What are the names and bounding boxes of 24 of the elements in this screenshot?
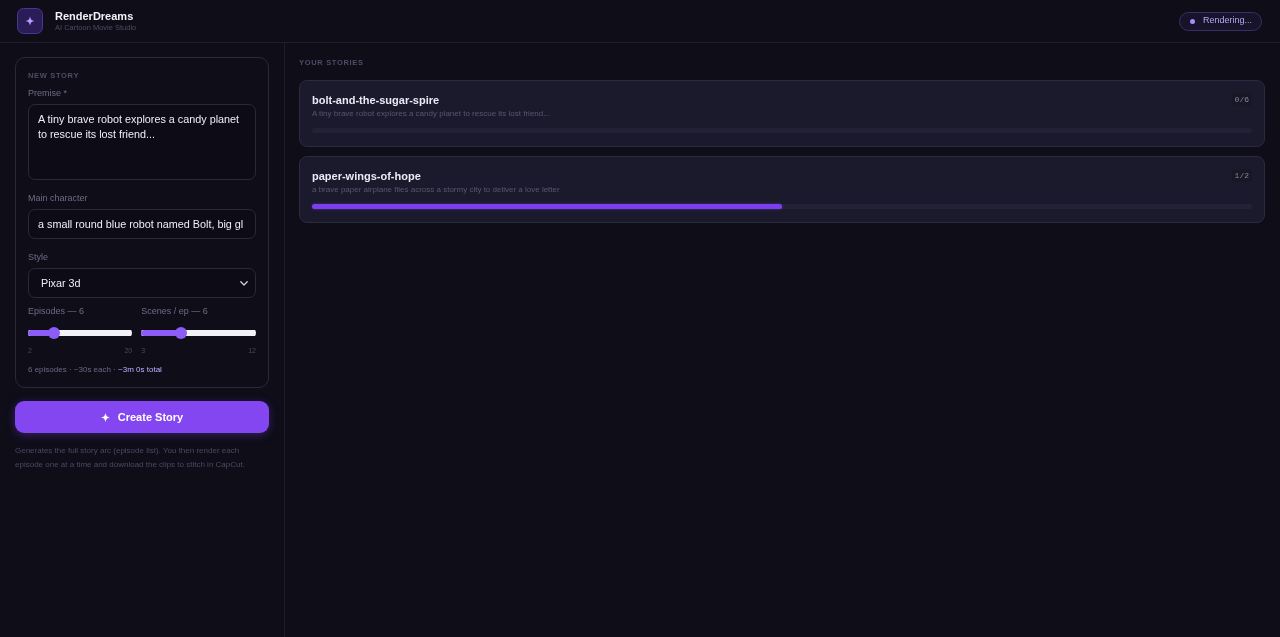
premise-field[interactable]: A tiny brave robot explores a candy planet to rescue its lost friend... bbox=[28, 104, 256, 180]
app-title: RenderDreams bbox=[55, 9, 135, 23]
field-label: Premise * bbox=[28, 87, 68, 99]
style-dropdown[interactable]: Pixar 3d bbox=[28, 268, 256, 298]
sparkle-logo-icon bbox=[17, 8, 43, 34]
status-dot-icon bbox=[1189, 18, 1195, 24]
slider-track[interactable] bbox=[28, 327, 133, 339]
sparkle-icon bbox=[100, 412, 110, 422]
slider-label: Scenes / ep — 6 bbox=[141, 305, 209, 317]
episode-count: 1/2 bbox=[1231, 169, 1252, 182]
slider-thumb[interactable] bbox=[48, 327, 61, 339]
field-label: Style bbox=[28, 251, 49, 263]
field-label: Main character bbox=[28, 192, 89, 204]
episode-count: 0/6 bbox=[1231, 93, 1252, 106]
slider-track[interactable] bbox=[141, 327, 256, 339]
slider-thumb[interactable] bbox=[175, 327, 188, 339]
create-story-button[interactable]: Create Story bbox=[15, 401, 269, 433]
text-field[interactable]: a small round blue robot named Bolt, big gl bbox=[28, 209, 256, 239]
story-title: bolt-and-the-sugar-spire bbox=[312, 93, 441, 107]
status-text: Rendering... bbox=[1202, 14, 1252, 28]
story-title: paper-wings-of-hope bbox=[312, 169, 422, 183]
chevron-down-icon bbox=[240, 280, 248, 286]
slider-label: Episodes — 6 bbox=[28, 305, 86, 317]
story-summary: 6 episodes · ~30s each · ~3m 0s total bbox=[28, 364, 163, 376]
